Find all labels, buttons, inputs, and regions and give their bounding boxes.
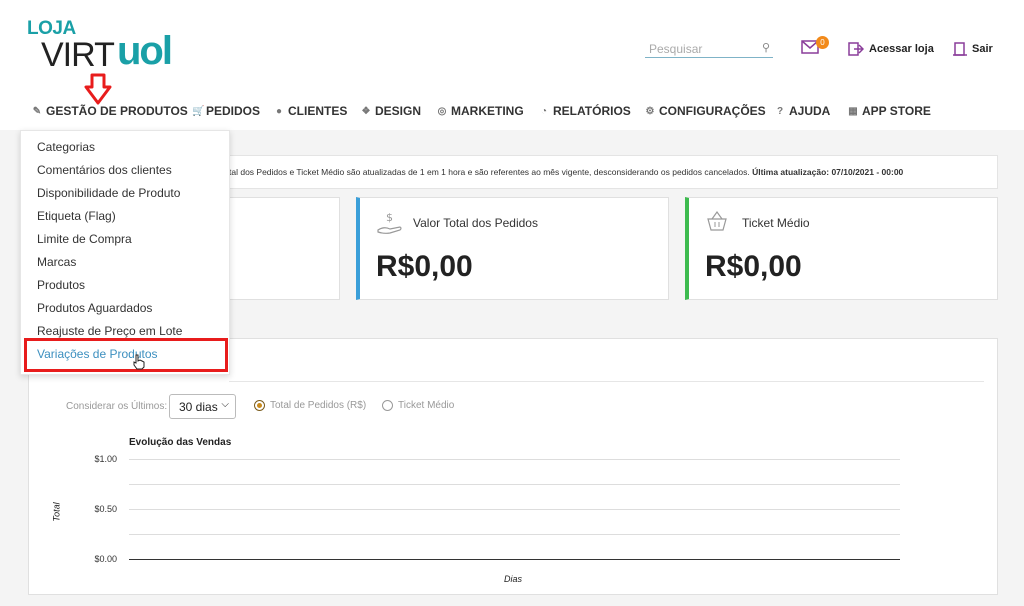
- nav-label: DESIGN: [375, 104, 422, 118]
- nav-label: PEDIDOS: [206, 104, 261, 118]
- nav-item-help[interactable]: ? AJUDA: [775, 104, 830, 118]
- user-icon: ●: [275, 105, 283, 117]
- nav-item-orders[interactable]: 🛒 PEDIDOS: [192, 104, 260, 118]
- menu-item-product-availability[interactable]: Disponibilidade de Produto: [37, 186, 180, 200]
- radio-total-orders[interactable]: Total de Pedidos (R$): [254, 400, 366, 411]
- card-value: R$0,00: [705, 250, 802, 283]
- logo-uol-text: uol: [117, 29, 173, 73]
- menu-item-purchase-limit[interactable]: Limite de Compra: [37, 232, 132, 246]
- basket-icon: [707, 210, 727, 231]
- nav-label: APP STORE: [862, 104, 931, 118]
- y-tick-label: $1.00: [94, 454, 117, 464]
- search-input[interactable]: [645, 41, 755, 56]
- nav-item-reports[interactable]: ◔ RELATÓRIOS: [539, 104, 631, 118]
- menu-item-awaited-products[interactable]: Produtos Aguardados: [37, 301, 152, 315]
- money-hand-icon: $: [377, 211, 402, 234]
- total-orders-card: $ Valor Total dos Pedidos R$0,00: [356, 197, 669, 300]
- marketing-icon: ◎: [437, 105, 447, 117]
- gridline: [129, 484, 900, 485]
- gears-icon: ⚙: [645, 105, 655, 117]
- nav-label: MARKETING: [451, 104, 524, 118]
- y-tick-label: $0.00: [94, 554, 117, 564]
- nav-item-design[interactable]: ❖ DESIGN: [361, 104, 422, 118]
- nav-label: CONFIGURAÇÕES: [659, 104, 766, 118]
- period-select[interactable]: 30 dias ⌵: [169, 394, 236, 419]
- menu-item-customer-reviews[interactable]: Comentários dos clientes: [37, 163, 172, 177]
- nav-label: AJUDA: [789, 104, 831, 118]
- main-nav: ✎ GESTÃO DE PRODUTOS 🛒 PEDIDOS ● CLIENTE…: [0, 104, 1024, 124]
- nav-item-app-store[interactable]: ▦ APP STORE: [848, 104, 931, 118]
- y-tick-label: $0.50: [94, 504, 117, 514]
- divider: [229, 381, 984, 382]
- menu-item-categories[interactable]: Categorias: [37, 140, 95, 154]
- average-ticket-card: Ticket Médio R$0,00: [685, 197, 998, 300]
- nav-item-settings[interactable]: ⚙ CONFIGURAÇÕES: [645, 104, 766, 118]
- notice-text: tal dos Pedidos e Ticket Médio são atual…: [229, 167, 750, 177]
- search-box: ⚲: [645, 40, 773, 58]
- period-select-value: 30 dias: [179, 400, 218, 414]
- x-axis: [129, 559, 900, 560]
- red-arrow-annotation-icon: [84, 73, 112, 105]
- edit-icon: ✎: [32, 105, 42, 117]
- nav-label: CLIENTES: [288, 104, 348, 118]
- radio-average-ticket[interactable]: Ticket Médio: [382, 400, 454, 411]
- chart-title: Evolução das Vendas: [129, 437, 232, 448]
- access-store-label: Acessar loja: [869, 43, 934, 55]
- gridline: [129, 459, 900, 460]
- logout-label: Sair: [972, 43, 993, 55]
- notification-badge: 0: [816, 36, 829, 49]
- nav-item-marketing[interactable]: ◎ MARKETING: [437, 104, 524, 118]
- radio-label: Total de Pedidos (R$): [270, 400, 367, 411]
- highlight-box-annotation: [24, 338, 228, 372]
- radio-label: Ticket Médio: [398, 400, 455, 411]
- search-icon[interactable]: ⚲: [762, 41, 770, 54]
- gridline: [129, 534, 900, 535]
- access-store-link[interactable]: Acessar loja: [848, 42, 934, 56]
- radio-button[interactable]: [382, 400, 393, 411]
- logo-virt-text: VIRT: [41, 36, 115, 74]
- pie-chart-icon: ◔: [540, 105, 548, 117]
- header: LOJA VIRT uol ⚲ 0 Acessar loja Sair ✎ GE: [0, 0, 1024, 130]
- notice-last-update: Última atualização: 07/10/2021 - 00:00: [752, 167, 904, 177]
- help-icon: ?: [776, 105, 784, 117]
- x-axis-label: Dias: [504, 574, 523, 584]
- radio-button-selected[interactable]: [254, 400, 265, 411]
- nav-label: RELATÓRIOS: [553, 104, 631, 118]
- store-icon: ▦: [848, 105, 858, 117]
- sales-chart-panel: Considerar os Últimos: 30 dias ⌵ Total d…: [28, 338, 998, 595]
- exit-arrow-icon: [848, 42, 864, 56]
- y-axis-label: Total: [51, 502, 62, 522]
- hand-cursor-icon: [133, 354, 145, 370]
- nav-item-product-management[interactable]: ✎ GESTÃO DE PRODUTOS: [32, 104, 188, 118]
- svg-text:$: $: [386, 211, 393, 224]
- card-title: Ticket Médio: [742, 216, 810, 230]
- door-icon: [953, 42, 967, 56]
- menu-item-flag[interactable]: Etiqueta (Flag): [37, 209, 116, 223]
- nav-label: GESTÃO DE PRODUTOS: [46, 104, 188, 118]
- chevron-down-icon: ⌵: [221, 399, 229, 410]
- nav-item-customers[interactable]: ● CLIENTES: [274, 104, 347, 118]
- gridline: [129, 509, 900, 510]
- messages-button[interactable]: 0: [801, 36, 829, 58]
- menu-item-bulk-price-adjust[interactable]: Reajuste de Preço em Lote: [37, 324, 182, 338]
- loja-virtual-logo[interactable]: LOJA VIRT uol: [27, 18, 197, 74]
- logout-link[interactable]: Sair: [953, 42, 993, 56]
- menu-item-products[interactable]: Produtos: [37, 278, 85, 292]
- menu-item-brands[interactable]: Marcas: [37, 255, 76, 269]
- design-icon: ❖: [361, 105, 371, 117]
- cart-icon: 🛒: [192, 105, 205, 117]
- period-filter-label: Considerar os Últimos:: [66, 401, 168, 412]
- card-title: Valor Total dos Pedidos: [413, 216, 538, 230]
- card-value: R$0,00: [376, 250, 473, 283]
